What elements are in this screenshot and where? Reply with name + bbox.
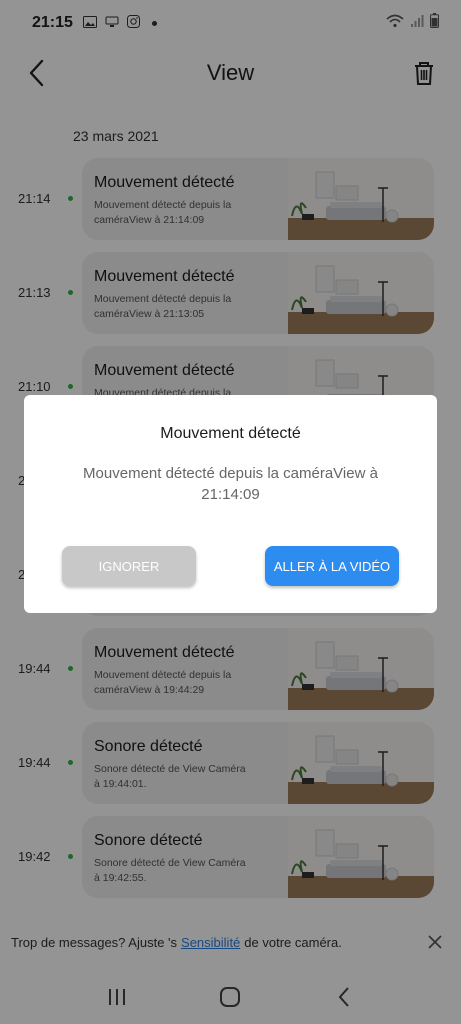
notification-dialog: Mouvement détecté Mouvement détecté depu… [24,395,437,613]
dialog-message: Mouvement détecté depuis la caméraView à… [83,465,378,503]
dialog-title: Mouvement détecté [160,425,301,442]
ignore-button[interactable]: IGNORER [62,546,196,586]
go-to-video-button[interactable]: ALLER À LA VIDÉO [265,546,399,586]
